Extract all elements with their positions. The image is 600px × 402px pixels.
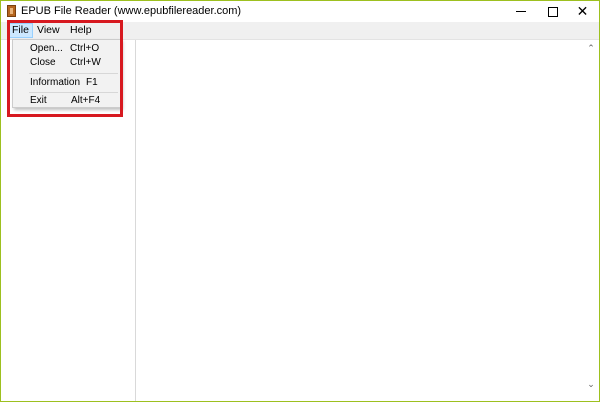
highlight-annotation [7, 20, 123, 117]
minimize-button[interactable] [503, 1, 538, 22]
minimize-icon [515, 11, 526, 12]
scroll-down-icon[interactable]: ⌄ [587, 380, 595, 389]
window-title: EPUB File Reader (www.epubfilereader.com… [21, 5, 242, 17]
app-window: EPUB File Reader (www.epubfilereader.com… [0, 0, 600, 402]
scroll-up-icon[interactable]: ⌃ [587, 44, 595, 53]
maximize-icon [547, 6, 558, 17]
vertical-scrollbar[interactable]: ⌃ ⌄ [583, 40, 599, 401]
book-icon [7, 5, 16, 17]
close-button[interactable]: ✕ [565, 1, 600, 22]
title-bar[interactable]: EPUB File Reader (www.epubfilereader.com… [1, 1, 599, 22]
reader-content-pane[interactable] [136, 40, 583, 401]
close-icon: ✕ [576, 3, 589, 20]
